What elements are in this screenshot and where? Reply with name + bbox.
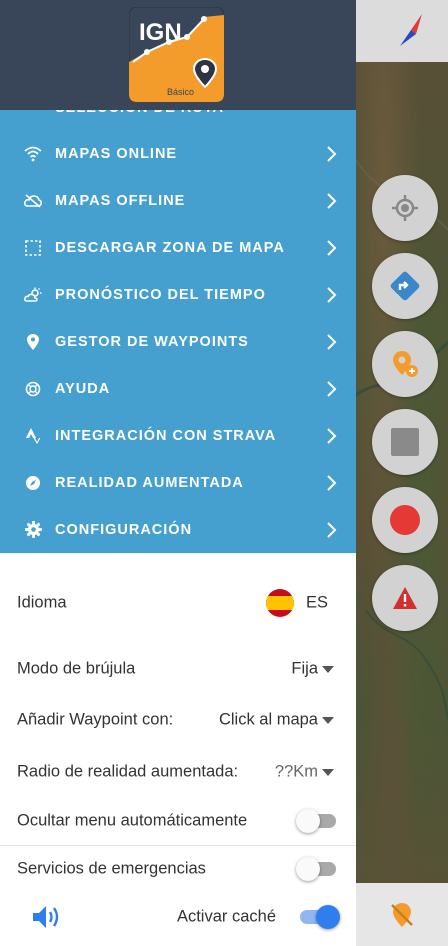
menu-item-online-maps[interactable]: MAPAS ONLINE [0,130,356,177]
warning-icon [393,587,417,609]
setting-emergency-services[interactable]: Servicios de emergencias [0,844,356,894]
drawer-header: IGN Básico [0,0,356,110]
map-bottom-bar [356,883,448,946]
compass-mode-select[interactable]: Fija [291,660,318,679]
stop-button[interactable] [372,409,438,475]
setting-auto-hide-menu[interactable]: Ocultar menu automáticamente [0,796,356,846]
dropdown-arrow-icon [322,666,334,673]
menu-item-label: INTEGRACIÓN CON STRAVA [55,427,277,444]
setting-language[interactable]: Idioma ES [0,578,356,628]
stop-icon [391,428,419,456]
menu-item-help[interactable]: AYUDA [0,365,356,412]
menu-item-label: MAPAS ONLINE [55,145,178,162]
record-button[interactable] [372,487,438,553]
setting-add-waypoint[interactable]: Añadir Waypoint con: Click al mapa [0,695,356,745]
auto-hide-menu-toggle[interactable] [296,809,336,833]
menu-item-label: DESCARGAR ZONA DE MAPA [55,239,285,256]
wifi-icon [24,145,42,163]
menu-item-label: AYUDA [55,380,111,397]
chevron-right-icon [327,521,337,538]
language-value: ES [305,593,328,612]
chevron-right-icon [327,286,337,303]
cache-label: Activar caché [176,907,276,926]
ign-logo: IGN Básico [129,7,224,102]
chevron-right-icon [327,427,337,444]
setting-label: Radio de realidad aumentada: [17,762,239,781]
menu-item-waypoints[interactable]: GESTOR DE WAYPOINTS [0,318,356,365]
setting-cache[interactable]: Activar caché [0,892,356,942]
chevron-right-icon [327,239,337,256]
drawer-menu: SELECCIÓN DE RUTA MAPAS ONLINE MAPAS OFF… [0,110,356,553]
record-icon [390,505,420,535]
compass-icon [24,474,42,492]
gps-target-icon [392,195,418,221]
dropdown-arrow-icon [322,717,334,724]
weather-icon [24,286,42,304]
compass-icon[interactable] [396,12,426,48]
setting-ar-radius[interactable]: Radio de realidad aumentada: ??Km [0,747,356,797]
gear-icon [24,521,42,539]
toggle-knob [296,857,320,881]
menu-item-label: GESTOR DE WAYPOINTS [55,333,249,350]
toggle-knob [316,905,340,929]
chevron-right-icon [327,192,337,209]
map-pin-icon [24,333,42,351]
help-lifebuoy-icon [24,380,42,398]
directions-icon [390,271,420,301]
chevron-right-icon [327,145,337,162]
menu-item-label: CONFIGURACIÓN [55,521,193,538]
setting-label: Ocultar menu automáticamente [17,811,248,830]
route-button[interactable] [372,253,438,319]
menu-item-weather[interactable]: PRONÓSTICO DEL TIEMPO [0,271,356,318]
menu-item-label: PRONÓSTICO DEL TIEMPO [55,286,266,303]
menu-item-settings[interactable]: CONFIGURACIÓN [0,506,356,553]
menu-item-partial[interactable]: SELECCIÓN DE RUTA [55,110,224,118]
menu-item-offline-maps[interactable]: MAPAS OFFLINE [0,177,356,224]
navigation-drawer: IGN Básico SELECCIÓN DE RUTA MAPAS ONLIN… [0,0,356,946]
add-location-icon [393,351,418,377]
add-waypoint-select[interactable]: Click al mapa [219,711,318,730]
menu-item-augmented-reality[interactable]: REALIDAD AUMENTADA [0,459,356,506]
menu-item-strava[interactable]: INTEGRACIÓN CON STRAVA [0,412,356,459]
emergency-alert-button[interactable] [372,565,438,631]
spain-flag-icon [266,589,294,617]
menu-item-download-area[interactable]: DESCARGAR ZONA DE MAPA [0,224,356,271]
logo-sub-text: Básico [167,87,194,97]
emergency-services-toggle[interactable] [296,857,336,881]
select-area-icon [24,239,42,257]
add-waypoint-button[interactable] [372,331,438,397]
cache-toggle[interactable] [300,905,340,929]
locate-me-button[interactable] [372,175,438,241]
cloud-off-icon [24,192,42,210]
setting-compass-mode[interactable]: Modo de brújula Fija [0,644,356,694]
chevron-right-icon [327,380,337,397]
chevron-right-icon [327,333,337,350]
menu-item-label: REALIDAD AUMENTADA [55,474,244,491]
volume-icon[interactable] [32,904,62,930]
strava-icon [24,427,42,445]
setting-label: Añadir Waypoint con: [17,710,174,729]
ar-radius-select[interactable]: ??Km [275,763,318,782]
menu-item-label: MAPAS OFFLINE [55,192,186,209]
chevron-right-icon [327,474,337,491]
setting-label: Idioma [17,593,67,612]
setting-label: Servicios de emergencias [17,859,206,878]
location-off-icon[interactable] [389,901,415,929]
setting-label: Modo de brújula [17,659,136,678]
logo-ign-text: IGN [139,19,182,46]
toggle-knob [296,809,320,833]
dropdown-arrow-icon [322,769,334,776]
